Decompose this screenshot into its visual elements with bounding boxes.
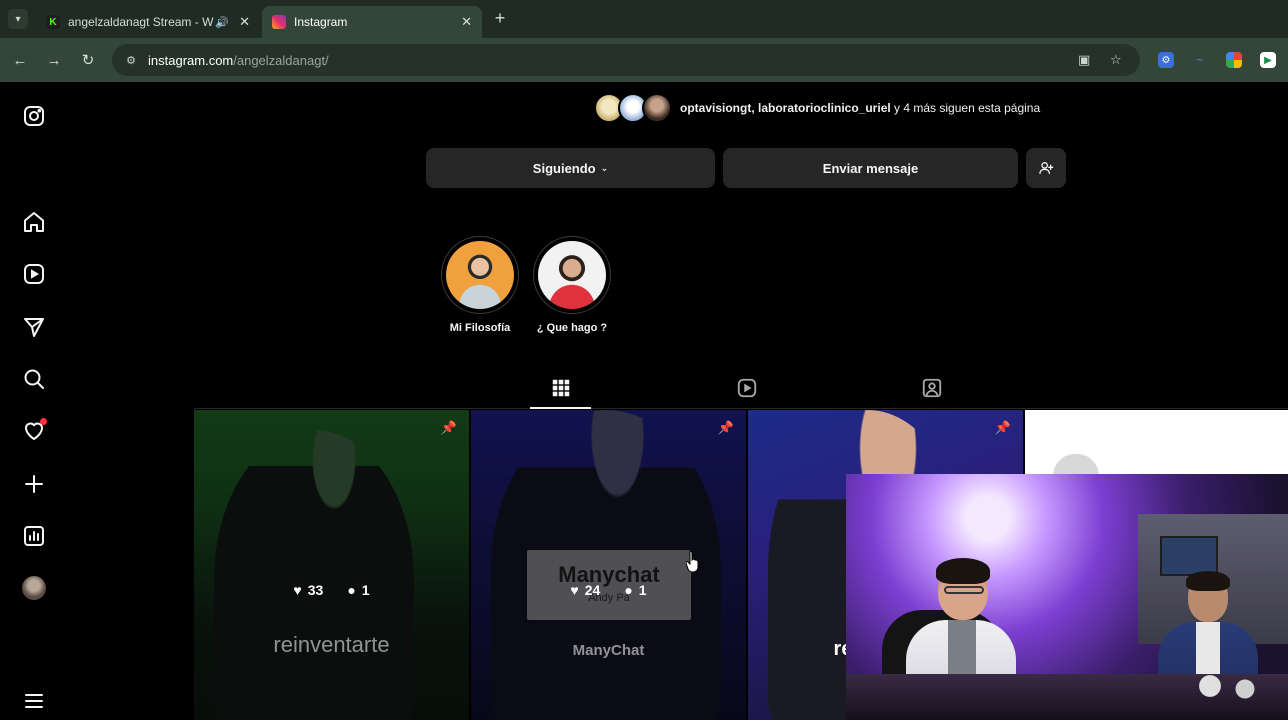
tabs-divider — [194, 408, 1288, 409]
reload-icon[interactable]: ↻ — [78, 50, 98, 70]
highlight-ring — [533, 236, 611, 314]
post-stats: ♥ 33 ● 1 — [194, 582, 469, 598]
story-highlight[interactable]: Mi Filosofía — [441, 236, 519, 334]
posts-grid-icon[interactable] — [549, 376, 573, 400]
suggest-accounts-button[interactable] — [1026, 148, 1066, 188]
reels-tab-icon[interactable] — [735, 376, 759, 400]
heart-icon: ♥ — [570, 582, 579, 598]
home-icon[interactable] — [21, 209, 47, 235]
likes-count: 33 — [307, 582, 324, 598]
post-caption-overlay: ManyChat — [572, 642, 645, 659]
new-tab-plus-icon[interactable]: + — [490, 8, 510, 28]
tab-title: Instagram — [294, 15, 348, 29]
instagram-sidebar — [0, 82, 68, 720]
kick-favicon-icon: K — [46, 15, 60, 29]
browser-tab-kick[interactable]: K angelzaldanagt Stream - W 🔊 ✕ — [36, 6, 260, 38]
close-tab-icon[interactable]: ✕ — [239, 14, 250, 30]
address-bar[interactable]: ⚙ instagram.com/angelzaldanagt/ ▣ ☆ — [112, 44, 1140, 76]
browser-tab-instagram[interactable]: Instagram ✕ — [262, 6, 482, 38]
cam-wall-poster — [1160, 536, 1218, 576]
speaker-icon[interactable]: 🔊 — [215, 16, 229, 29]
extension-color-icon[interactable] — [1226, 52, 1242, 68]
followed-by-text: optavisiongt, laboratorioclinico_uriel y… — [680, 101, 1040, 115]
explore-icon[interactable] — [21, 314, 47, 340]
highlight-cover — [446, 241, 514, 309]
tab-search-chevron-icon[interactable]: ▾ — [8, 9, 28, 29]
create-plus-icon[interactable] — [21, 471, 47, 497]
followed-by-names: optavisiongt, laboratorioclinico_uriel — [680, 101, 891, 115]
install-app-icon[interactable]: ▣ — [1078, 52, 1090, 68]
instagram-logo-icon[interactable] — [21, 103, 47, 129]
pin-icon: 📌 — [994, 420, 1011, 435]
followed-by-rest: y 4 más siguen esta página — [890, 101, 1041, 115]
site-settings-icon[interactable]: ⚙ — [124, 53, 138, 67]
pin-icon: 📌 — [440, 420, 457, 435]
post-stats: ♥ 24 ● 1 — [471, 582, 746, 598]
send-message-label: Enviar mensaje — [822, 160, 919, 176]
highlight-ring — [441, 236, 519, 314]
active-tab-indicator — [530, 407, 591, 409]
post-caption-overlay: reinventarte — [273, 632, 390, 657]
cam-cups — [1196, 674, 1266, 704]
likes-count: 24 — [584, 582, 601, 598]
reels-icon[interactable] — [21, 261, 47, 287]
post-avatar-graphic — [1053, 454, 1099, 476]
dashboard-icon[interactable] — [21, 523, 47, 549]
search-icon[interactable] — [21, 366, 47, 392]
back-arrow-icon[interactable]: ← — [10, 50, 30, 70]
highlight-label: Mi Filosofía — [449, 322, 511, 334]
webcam-overlay — [846, 474, 1288, 720]
post-tile[interactable]: Manychat Andy Pa 📌 ♥ 24 ● 1 ManyChat — [471, 410, 746, 720]
browser-tab-bar: ▾ K angelzaldanagt Stream - W 🔊 ✕ Instag… — [0, 0, 1288, 38]
bookmark-star-icon[interactable]: ☆ — [1110, 52, 1122, 68]
add-person-icon — [1039, 162, 1054, 174]
hand-cursor-icon — [686, 550, 699, 572]
notifications-heart-icon[interactable] — [21, 418, 47, 444]
chevron-down-icon: ⌄ — [600, 162, 609, 173]
follower-avatar — [642, 93, 672, 123]
extension-play-icon[interactable]: ▶ — [1260, 52, 1276, 68]
hover-dim — [471, 410, 746, 720]
tab-title: angelzaldanagt Stream - W — [68, 15, 214, 29]
comments-count: 1 — [638, 582, 647, 598]
tagged-tab-icon[interactable] — [920, 376, 944, 400]
story-highlight[interactable]: ¿ Que hago ? — [533, 236, 611, 334]
browser-toolbar: ← → ↻ ⚙ instagram.com/angelzaldanagt/ ▣ … — [0, 38, 1288, 82]
comment-icon: ● — [347, 582, 356, 598]
highlight-label: ¿ Que hago ? — [536, 322, 608, 334]
following-label: Siguiendo — [532, 160, 596, 176]
extension-gear-icon[interactable]: ⚙ — [1158, 52, 1174, 68]
hover-dim — [194, 410, 469, 720]
extension-link-icon[interactable]: ∼ — [1192, 52, 1208, 68]
following-button[interactable]: Siguiendo ⌄ — [426, 148, 715, 188]
notification-dot — [40, 418, 47, 425]
close-tab-icon[interactable]: ✕ — [461, 14, 472, 30]
post-tile[interactable]: 📌 ♥ 33 ● 1 reinventarte — [194, 410, 469, 720]
url-path: /angelzaldanagt/ — [233, 52, 329, 68]
highlight-cover — [538, 241, 606, 309]
send-message-button[interactable]: Enviar mensaje — [723, 148, 1018, 188]
pin-icon: 📌 — [717, 420, 734, 435]
forward-arrow-icon[interactable]: → — [44, 50, 64, 70]
followed-by-row[interactable]: optavisiongt, laboratorioclinico_uriel y… — [594, 92, 1040, 124]
heart-icon: ♥ — [293, 582, 302, 598]
comments-count: 1 — [361, 582, 370, 598]
instagram-favicon-icon — [272, 15, 286, 29]
more-menu-icon[interactable] — [21, 688, 47, 714]
profile-avatar[interactable] — [22, 576, 46, 600]
url-host: instagram.com — [148, 52, 234, 68]
comment-icon: ● — [624, 582, 633, 598]
